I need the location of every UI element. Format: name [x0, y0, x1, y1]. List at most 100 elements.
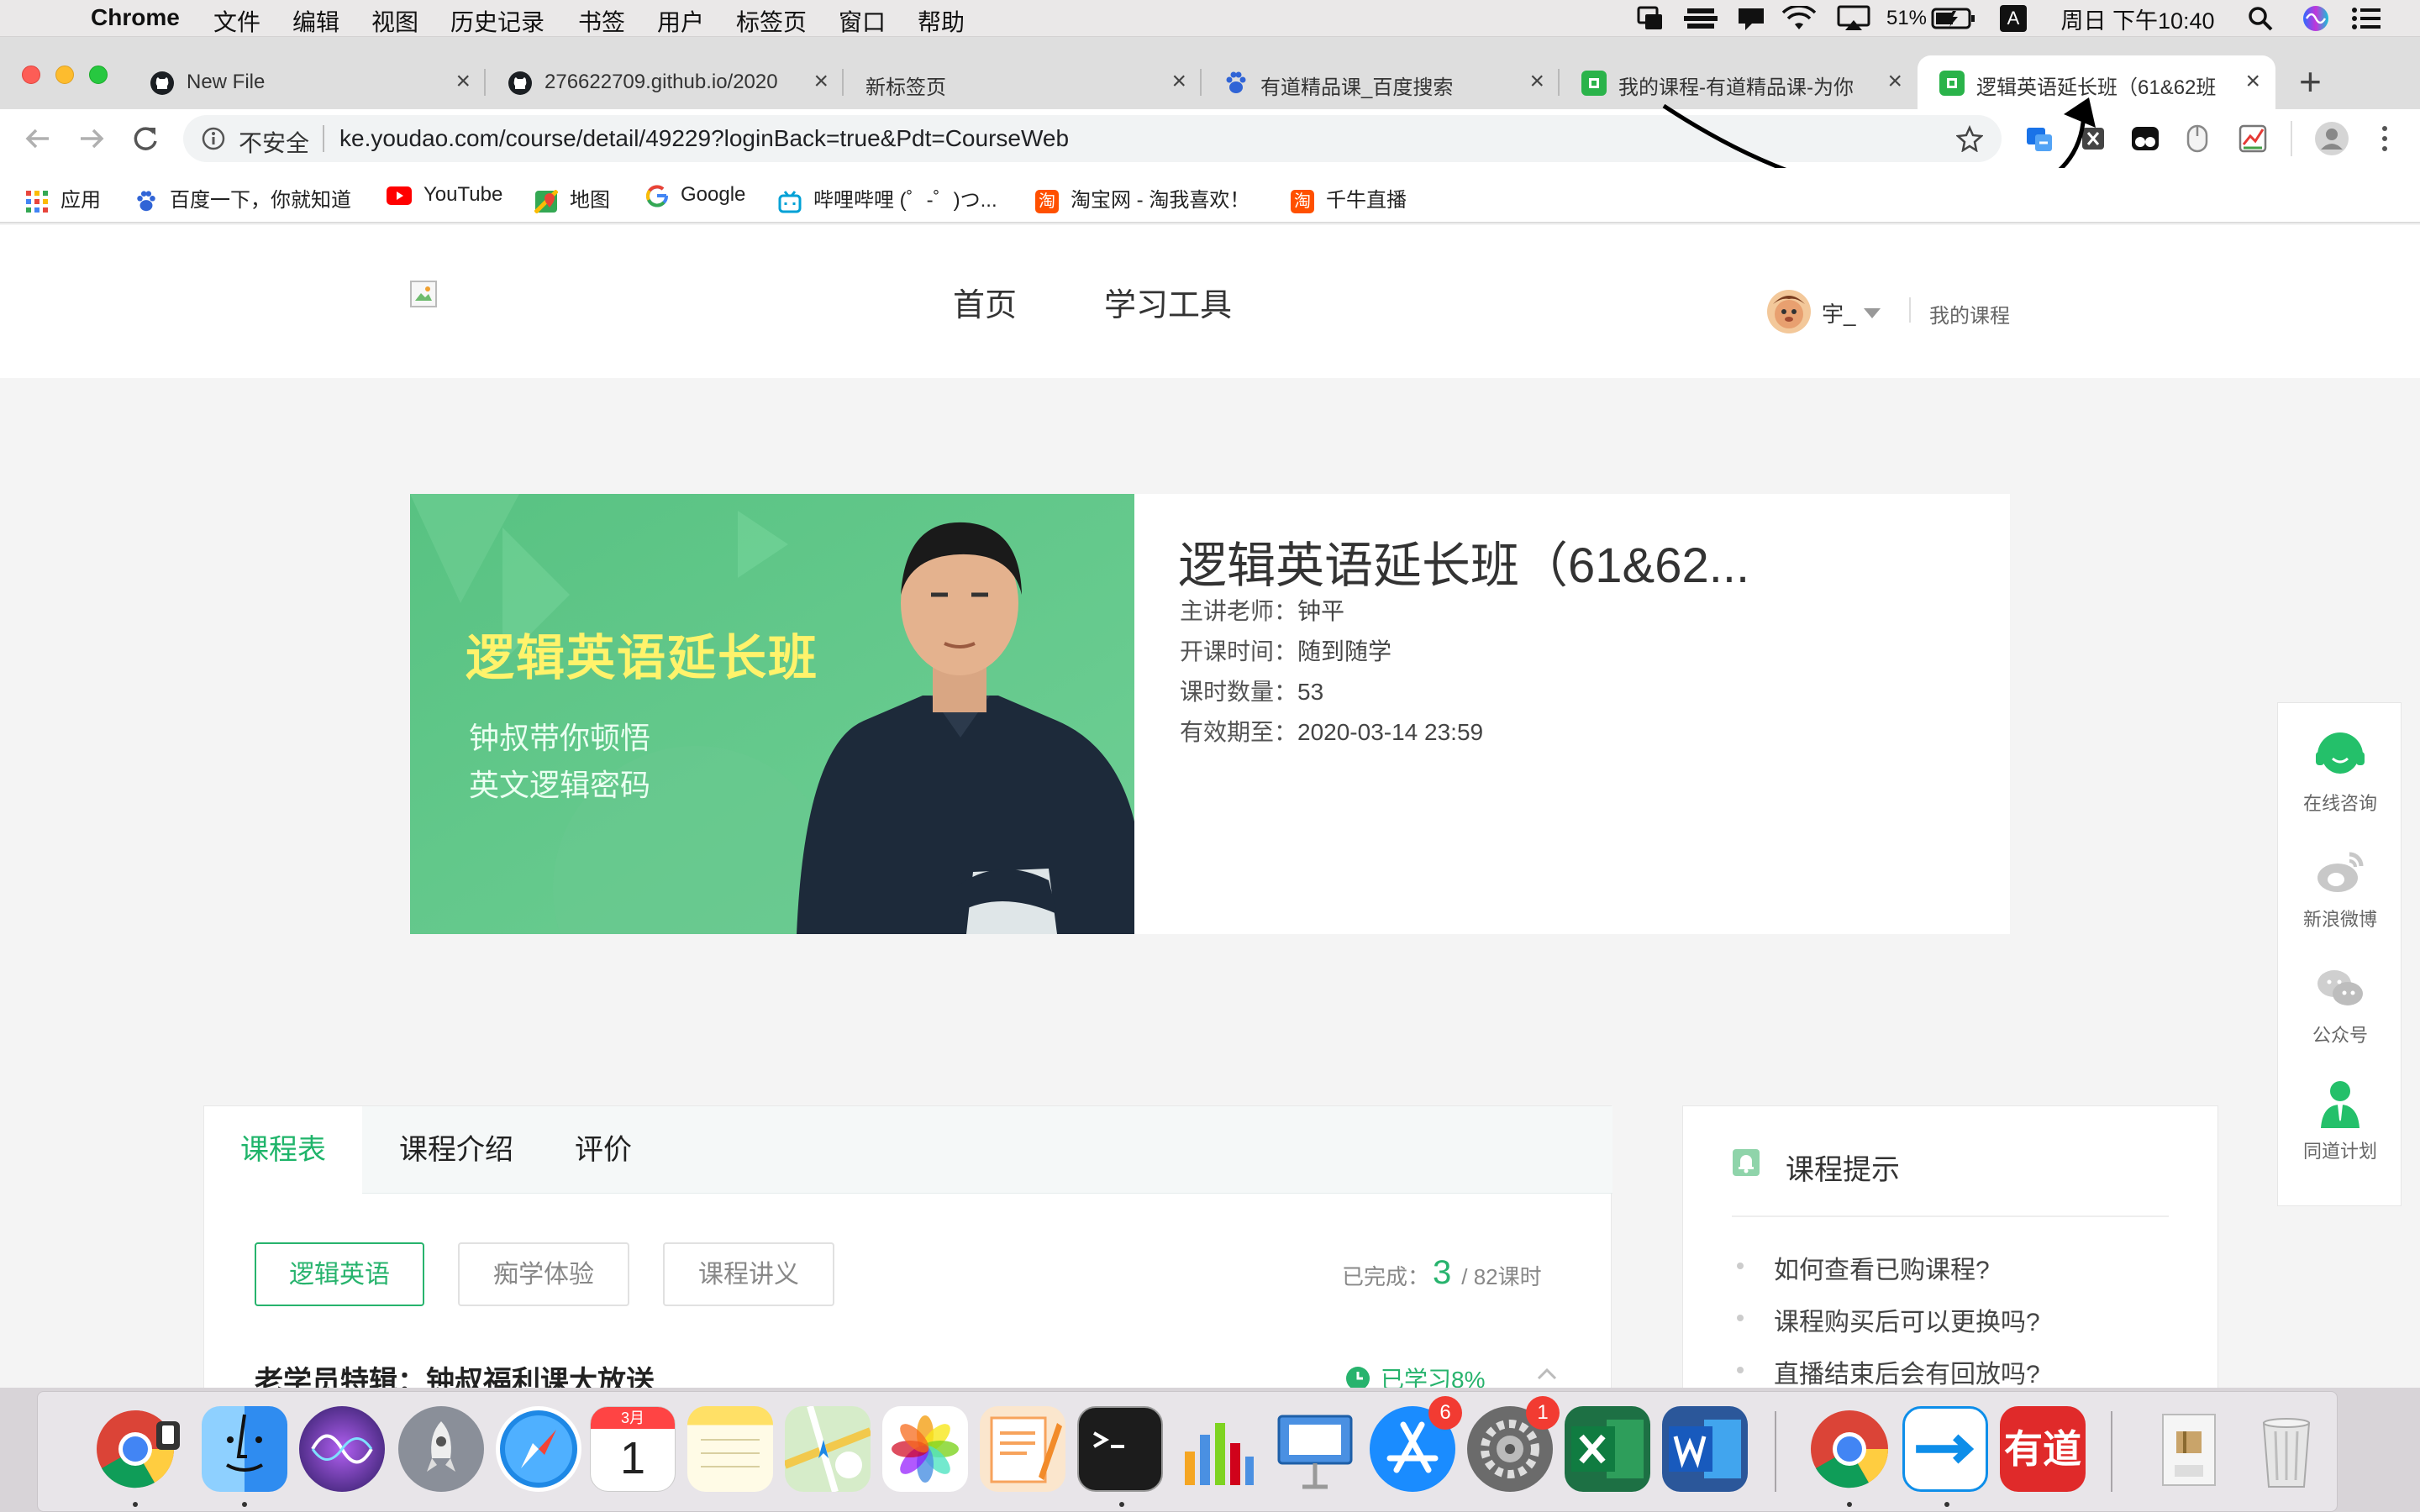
running-indicator — [1944, 1502, 1949, 1507]
user-name[interactable]: 宇_ — [1822, 297, 1855, 328]
finder-dock-icon[interactable] — [202, 1406, 287, 1492]
wechat-official-button[interactable]: 公众号 — [2278, 962, 2402, 1047]
siri-icon[interactable] — [2301, 5, 2331, 32]
zoom-window-button[interactable] — [89, 66, 108, 84]
stack-menu-icon[interactable] — [1682, 5, 1719, 32]
caret-down-icon[interactable] — [1864, 307, 1881, 323]
float-label: 同道计划 — [2302, 1141, 2377, 1162]
launchpad-dock-icon[interactable] — [398, 1406, 484, 1492]
new-tab-plus-icon[interactable]: + — [2299, 59, 2322, 104]
forward-arrow-icon[interactable] — [77, 124, 106, 157]
menu-edit[interactable]: 编辑 — [292, 4, 339, 38]
bookmark-taobao[interactable]: 淘淘宝网 - 淘我喜欢！ — [1035, 183, 1249, 213]
bookmark-qianniu[interactable]: 淘千牛直播 — [1291, 183, 1407, 213]
site-header: 首页 学习工具 宇_ 我的课程 — [0, 225, 2420, 378]
photos-dock-icon[interactable] — [882, 1406, 968, 1492]
bookmark-youtube[interactable]: YouTube — [387, 183, 502, 207]
start-label: 开课时间： — [1180, 638, 1298, 664]
siri-dock-icon[interactable] — [299, 1406, 385, 1492]
menubar-clock[interactable]: 周日 下午10:40 — [2054, 5, 2222, 34]
safari-dock-icon[interactable] — [496, 1406, 581, 1492]
tab-new-file[interactable]: New File × — [128, 55, 486, 109]
spotlight-search-icon[interactable] — [2245, 5, 2275, 32]
archive-zip-dock-icon[interactable] — [2146, 1406, 2232, 1492]
excel-dock-icon[interactable] — [1565, 1406, 1650, 1492]
youdao-dock-icon[interactable]: 有道 — [2000, 1406, 2086, 1492]
back-arrow-icon[interactable] — [24, 124, 52, 157]
tip-item[interactable]: 如何查看已购课程? — [1737, 1249, 1990, 1286]
bookmark-baidu[interactable]: 百度一下，你就知道 — [134, 183, 351, 213]
app-menu[interactable]: Chrome — [91, 4, 180, 31]
weibo-button[interactable]: 新浪微博 — [2278, 846, 2402, 932]
nav-study-tools[interactable]: 学习工具 — [1104, 279, 1232, 325]
calendar-dock-icon[interactable]: 3月 1 — [590, 1406, 676, 1492]
system-preferences-badge: 1 — [1526, 1396, 1560, 1430]
tab-schedule[interactable]: 课程表 — [204, 1106, 362, 1194]
menu-tabs[interactable]: 标签页 — [736, 4, 807, 38]
chrome-menu-kebab-icon[interactable] — [2380, 124, 2390, 157]
bookmark-maps[interactable]: 地图 — [534, 183, 610, 214]
reload-icon[interactable] — [131, 124, 160, 157]
bookmark-bilibili[interactable]: 哔哩哔哩 (゜-゜)つ... — [778, 183, 997, 213]
numbers-dock-icon[interactable] — [1175, 1406, 1260, 1492]
maps-dock-icon[interactable] — [783, 1404, 872, 1494]
screen-share-icon[interactable] — [1634, 5, 1667, 32]
battery-icon[interactable] — [1929, 5, 1978, 32]
section-title[interactable]: 老学员特辑：钟叔福利课大放送 — [255, 1358, 655, 1388]
avatar[interactable] — [1766, 289, 1812, 339]
trash-dock-icon[interactable] — [2244, 1406, 2329, 1492]
url-text[interactable]: ke.youdao.com/course/detail/49229?loginB… — [339, 125, 1069, 152]
tongdao-plan-button[interactable]: 同道计划 — [2278, 1078, 2402, 1163]
bookmark-google[interactable]: Google — [645, 183, 745, 207]
menu-file[interactable]: 文件 — [213, 4, 260, 38]
menu-history[interactable]: 历史记录 — [450, 4, 544, 38]
menu-help[interactable]: 帮助 — [918, 4, 965, 38]
info-icon[interactable] — [202, 127, 225, 155]
tab-reviews[interactable]: 评价 — [549, 1106, 658, 1194]
close-window-button[interactable] — [22, 66, 40, 84]
filter-handouts[interactable]: 课程讲义 — [663, 1242, 834, 1306]
teamviewer-dock-icon[interactable] — [1902, 1406, 1988, 1492]
tab-close-icon[interactable]: × — [1529, 67, 1544, 96]
minimize-window-button[interactable] — [55, 66, 74, 84]
profile-avatar-icon[interactable] — [2314, 121, 2349, 160]
tab-new-tab[interactable]: 新标签页 × — [844, 55, 1202, 109]
tab-close-icon[interactable]: × — [1171, 67, 1186, 96]
bookmark-label: 淘宝网 - 淘我喜欢！ — [1071, 189, 1250, 212]
menu-window[interactable]: 窗口 — [839, 4, 886, 38]
pages-dock-icon[interactable] — [980, 1406, 1065, 1492]
tab-intro[interactable]: 课程介绍 — [372, 1106, 540, 1194]
bookmark-apps[interactable]: 应用 — [25, 183, 101, 213]
input-method-icon[interactable]: A — [2000, 5, 2027, 32]
tab-baidu-search[interactable]: 有道精品课_百度搜索 × — [1202, 55, 1560, 109]
tab-github-io[interactable]: 276622709.github.io/2020 × — [486, 55, 844, 109]
tip-item[interactable]: 直播结束后会有回放吗? — [1737, 1353, 2040, 1388]
tampermonkey-icon[interactable] — [2131, 126, 2160, 155]
tab-close-icon[interactable]: × — [455, 67, 471, 96]
tip-item[interactable]: 课程购买后可以更换吗? — [1737, 1301, 2040, 1338]
filter-logic-english[interactable]: 逻辑英语 — [255, 1242, 424, 1306]
chrome-dock-icon-2[interactable] — [1807, 1406, 1892, 1492]
broken-logo-image[interactable] — [410, 281, 437, 307]
chart-extension-icon[interactable] — [2238, 124, 2267, 157]
mouse-extension-icon[interactable] — [2185, 124, 2210, 157]
nav-home[interactable]: 首页 — [953, 279, 1017, 325]
chevron-up-icon[interactable] — [1537, 1368, 1557, 1384]
tab-close-icon[interactable]: × — [813, 67, 829, 96]
tab-close-icon[interactable]: × — [2245, 67, 2260, 96]
terminal-dock-icon[interactable] — [1077, 1406, 1163, 1492]
menu-people[interactable]: 用户 — [657, 4, 704, 38]
online-consult-button[interactable]: 在线咨询 — [2278, 730, 2402, 816]
filter-trial[interactable]: 痴学体验 — [458, 1242, 629, 1306]
menu-view[interactable]: 视图 — [371, 4, 418, 38]
airplay-icon[interactable] — [1835, 5, 1872, 32]
notification-app-icon[interactable] — [1734, 5, 1768, 32]
notification-center-icon[interactable] — [2349, 5, 2383, 32]
keynote-dock-icon[interactable] — [1272, 1406, 1358, 1492]
wifi-icon[interactable] — [1780, 5, 1818, 32]
menu-bookmarks[interactable]: 书签 — [578, 4, 625, 38]
word-dock-icon[interactable] — [1662, 1406, 1748, 1492]
bilibili-tv-icon — [778, 190, 802, 213]
notes-dock-icon[interactable] — [687, 1406, 773, 1492]
my-courses-link[interactable]: 我的课程 — [1929, 299, 2010, 328]
